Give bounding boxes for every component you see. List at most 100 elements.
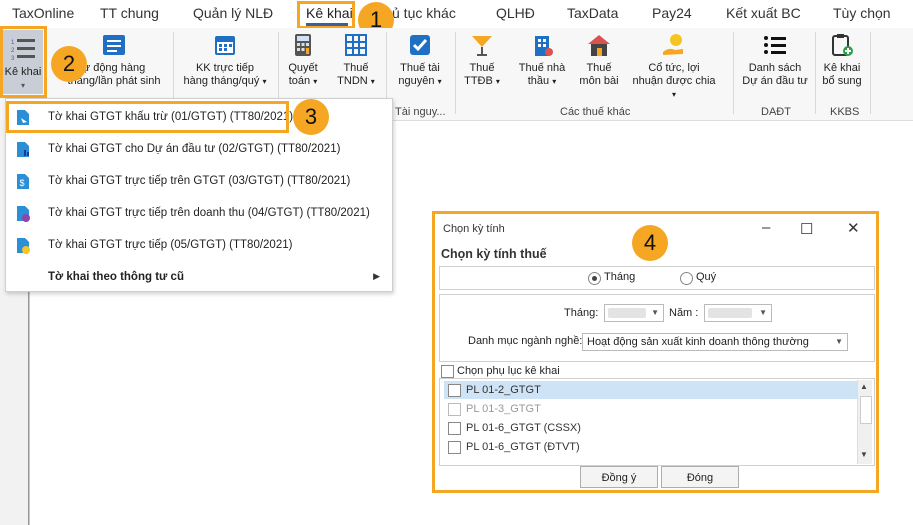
tab-quan-ly-nld[interactable]: Quản lý NLĐ — [193, 5, 273, 21]
list-item-label: PL 01-3_GTGT — [466, 403, 541, 415]
thue-ttdb-button[interactable]: Thuế TTĐB ▾ — [460, 32, 504, 96]
bullet-list-icon — [762, 32, 788, 58]
thue-nha-thau-label-2: thầu — [527, 75, 550, 87]
scroll-thumb[interactable] — [860, 396, 872, 424]
list-item[interactable]: PL 01-6_GTGT (ĐTVT) — [444, 438, 862, 456]
tab-tt-chung[interactable]: TT chung — [100, 5, 159, 21]
year-label: Năm : — [669, 307, 699, 319]
chevron-down-icon: ▾ — [495, 77, 500, 86]
clipboard-add-icon — [829, 32, 855, 58]
radio-month[interactable] — [588, 272, 601, 285]
list-item[interactable]: PL 01-3_GTGT — [444, 400, 862, 418]
list-item-checkbox[interactable] — [448, 422, 461, 435]
tab-taxonline[interactable]: TaxOnline — [12, 5, 74, 21]
group-label-tai-nguyen: Tài nguy... — [395, 106, 446, 118]
grid-table-icon — [343, 32, 369, 58]
redacted-month-value — [608, 308, 646, 318]
dong-y-button[interactable]: Đồng ý — [580, 466, 658, 488]
month-select[interactable]: ▼ — [604, 304, 664, 322]
ke-khai-bo-sung-button[interactable]: Kê khai bổ sung — [818, 32, 866, 96]
building-icon — [529, 32, 555, 58]
danh-sach-du-an-button[interactable]: Danh sách Dự án đầu tư — [738, 32, 812, 96]
chevron-down-icon: ▾ — [262, 77, 267, 86]
list-item[interactable]: PL 01-6_GTGT (CSSX) — [444, 419, 862, 437]
calendar-icon — [212, 32, 238, 58]
chevron-down-icon: ▼ — [759, 308, 767, 317]
list-item-label: PL 01-2_GTGT — [466, 384, 541, 396]
ribbon-separator — [733, 32, 734, 114]
svg-text:$: $ — [20, 178, 25, 188]
tab-tuy-chon[interactable]: Tùy chọn — [833, 5, 891, 21]
thue-nha-thau-button[interactable]: Thuế nhà thầu ▾ — [512, 32, 572, 96]
list-item-checkbox[interactable] — [448, 441, 461, 454]
thue-mon-bai-label-1: Thuế — [586, 62, 612, 74]
document-pie-icon — [16, 205, 30, 222]
calculator-icon — [290, 32, 316, 58]
tab-highlight-frame — [297, 1, 355, 29]
tab-thu-tuc-khac[interactable]: ủ tục khác — [392, 5, 456, 21]
maximize-icon[interactable]: ☐ — [800, 220, 813, 238]
menu-item-highlight-frame — [6, 101, 289, 133]
thue-tai-nguyen-label-1: Thuế tài — [400, 62, 440, 74]
list-item-label: PL 01-6_GTGT (CSSX) — [466, 422, 581, 434]
kk-truc-tiep-button[interactable]: KK trực tiếp hàng tháng/quý ▾ — [176, 32, 274, 96]
quyet-toan-button[interactable]: Quyết toán ▾ — [282, 32, 324, 96]
menu-item-label: Tờ khai GTGT cho Dự án đầu tư (02/GTGT) … — [48, 143, 341, 155]
tab-ket-xuat-bc[interactable]: Kết xuất BC — [726, 5, 801, 21]
quyet-toan-label-2: toán — [288, 75, 311, 87]
checklist-icon — [101, 32, 127, 58]
list-item[interactable]: PL 01-2_GTGT — [444, 381, 862, 399]
kk-truc-tiep-label-1: KK trực tiếp — [195, 62, 255, 74]
menu-item-04-gtgt[interactable]: Tờ khai GTGT trực tiếp trên doanh thu (0… — [6, 199, 392, 229]
dialog-title: Chọn kỳ tính — [443, 223, 505, 235]
tab-pay24[interactable]: Pay24 — [652, 5, 692, 21]
dong-button[interactable]: Đóng — [661, 466, 739, 488]
list-item-checkbox[interactable] — [448, 384, 461, 397]
co-tuc-button[interactable]: Cổ tức, lợi nhuận được chia ▾ — [630, 32, 718, 99]
step-badge-3: 3 — [293, 99, 329, 135]
close-icon[interactable]: ✕ — [847, 219, 860, 237]
thue-mon-bai-label-2: môn bài — [579, 75, 619, 87]
tab-qlhd[interactable]: QLHĐ — [496, 5, 535, 21]
minimize-icon[interactable]: – — [762, 219, 770, 236]
year-select[interactable]: ▼ — [704, 304, 772, 322]
list-scrollbar[interactable]: ▲ ▼ — [857, 380, 872, 464]
radio-month-label: Tháng — [604, 271, 636, 283]
menu-item-05-gtgt[interactable]: Tờ khai GTGT trực tiếp (05/GTGT) (TT80/2… — [6, 231, 392, 261]
ke-khai-bs-label-2: bổ sung — [822, 75, 862, 87]
menu-item-label: Tờ khai theo thông tư cũ — [48, 271, 184, 283]
danh-sach-label-2: Dự án đầu tư — [742, 75, 808, 87]
chevron-down-icon: ▾ — [370, 77, 375, 86]
menu-tabs: TaxOnline TT chung Quản lý NLĐ Kê khai ủ… — [0, 0, 913, 28]
chevron-down-icon: ▾ — [313, 77, 318, 86]
industry-select[interactable]: Hoạt động sản xuất kinh doanh thông thườ… — [582, 333, 848, 351]
group-label-daadt: DAĐT — [761, 106, 791, 118]
radio-quarter[interactable] — [680, 272, 693, 285]
tab-taxdata[interactable]: TaxData — [567, 5, 618, 21]
thue-mon-bai-button[interactable]: Thuế môn bài — [576, 32, 622, 96]
menu-item-old-circular[interactable]: Tờ khai theo thông tư cũ ▶ — [6, 263, 392, 293]
period-detail-group: Tháng: ▼ Năm : ▼ Danh mục ngành nghề: Ho… — [439, 294, 875, 362]
step-badge-2: 2 — [51, 46, 87, 82]
industry-value: Hoạt động sản xuất kinh doanh thông thườ… — [587, 336, 809, 348]
period-type-group: Tháng Quý — [439, 266, 875, 290]
menu-item-label: Tờ khai GTGT trực tiếp trên GTGT (03/GTG… — [48, 175, 351, 187]
ribbon-separator — [815, 32, 816, 114]
thue-tai-nguyen-button[interactable]: Thuế tài nguyên ▾ — [392, 32, 448, 96]
menu-item-label: Tờ khai GTGT trực tiếp trên doanh thu (0… — [48, 207, 370, 219]
coin-hand-icon — [661, 32, 687, 58]
dialog-heading: Chọn kỳ tính thuế — [441, 247, 547, 261]
list-item-checkbox[interactable] — [448, 403, 461, 416]
ribbon-separator — [870, 32, 871, 114]
appendix-checkbox[interactable] — [441, 365, 454, 378]
scroll-up-icon[interactable]: ▲ — [860, 382, 868, 391]
checkbox-icon — [407, 32, 433, 58]
thue-tndn-button[interactable]: Thuế TNDN ▾ — [334, 32, 378, 96]
chevron-down-icon: ▼ — [651, 308, 659, 317]
menu-item-03-gtgt[interactable]: $ Tờ khai GTGT trực tiếp trên GTGT (03/G… — [6, 167, 392, 197]
co-tuc-label-2: nhuận được chia — [632, 75, 716, 87]
menu-item-02-gtgt[interactable]: Tờ khai GTGT cho Dự án đầu tư (02/GTGT) … — [6, 135, 392, 165]
group-label-cac-thue-khac: Các thuế khác — [560, 106, 631, 118]
appendix-label: Chọn phụ lục kê khai — [457, 365, 560, 377]
scroll-down-icon[interactable]: ▼ — [860, 450, 868, 459]
